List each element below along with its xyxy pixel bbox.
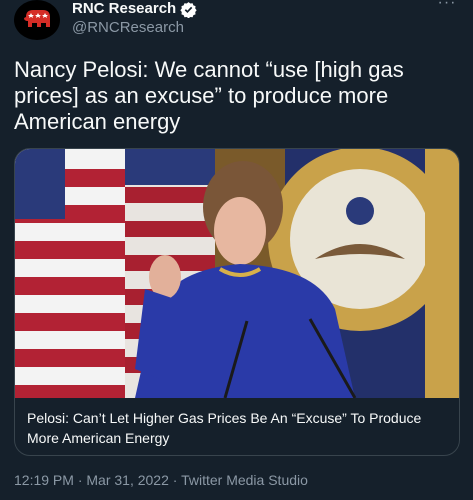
tweet-text: Nancy Pelosi: We cannot “use [high gas p… [14,57,404,134]
video-thumbnail[interactable] [15,149,459,398]
avatar[interactable] [14,0,60,40]
republican-elephant-logo [24,10,50,27]
tweet-metadata: 12:19 PM · Mar 31, 2022 · Twitter Media … [14,471,308,489]
timestamp[interactable]: 12:19 PM · Mar 31, 2022 [14,472,169,488]
tweet-header: RNC Research @RNCResearch ··· [14,0,459,42]
us-flag-left [15,149,125,398]
source-label[interactable]: Twitter Media Studio [181,472,308,488]
author-name-row[interactable]: RNC Research [72,0,197,18]
author-display-name[interactable]: RNC Research [72,0,176,18]
media-card[interactable]: Pelosi: Can’t Let Higher Gas Prices Be A… [14,148,460,456]
more-options-icon[interactable]: ··· [435,0,459,14]
author-info: RNC Research @RNCResearch [72,0,197,38]
card-title[interactable]: Pelosi: Can’t Let Higher Gas Prices Be A… [27,408,447,448]
author-handle[interactable]: @RNCResearch [72,18,197,38]
separator: · [168,472,182,488]
verified-badge-icon [180,1,197,18]
